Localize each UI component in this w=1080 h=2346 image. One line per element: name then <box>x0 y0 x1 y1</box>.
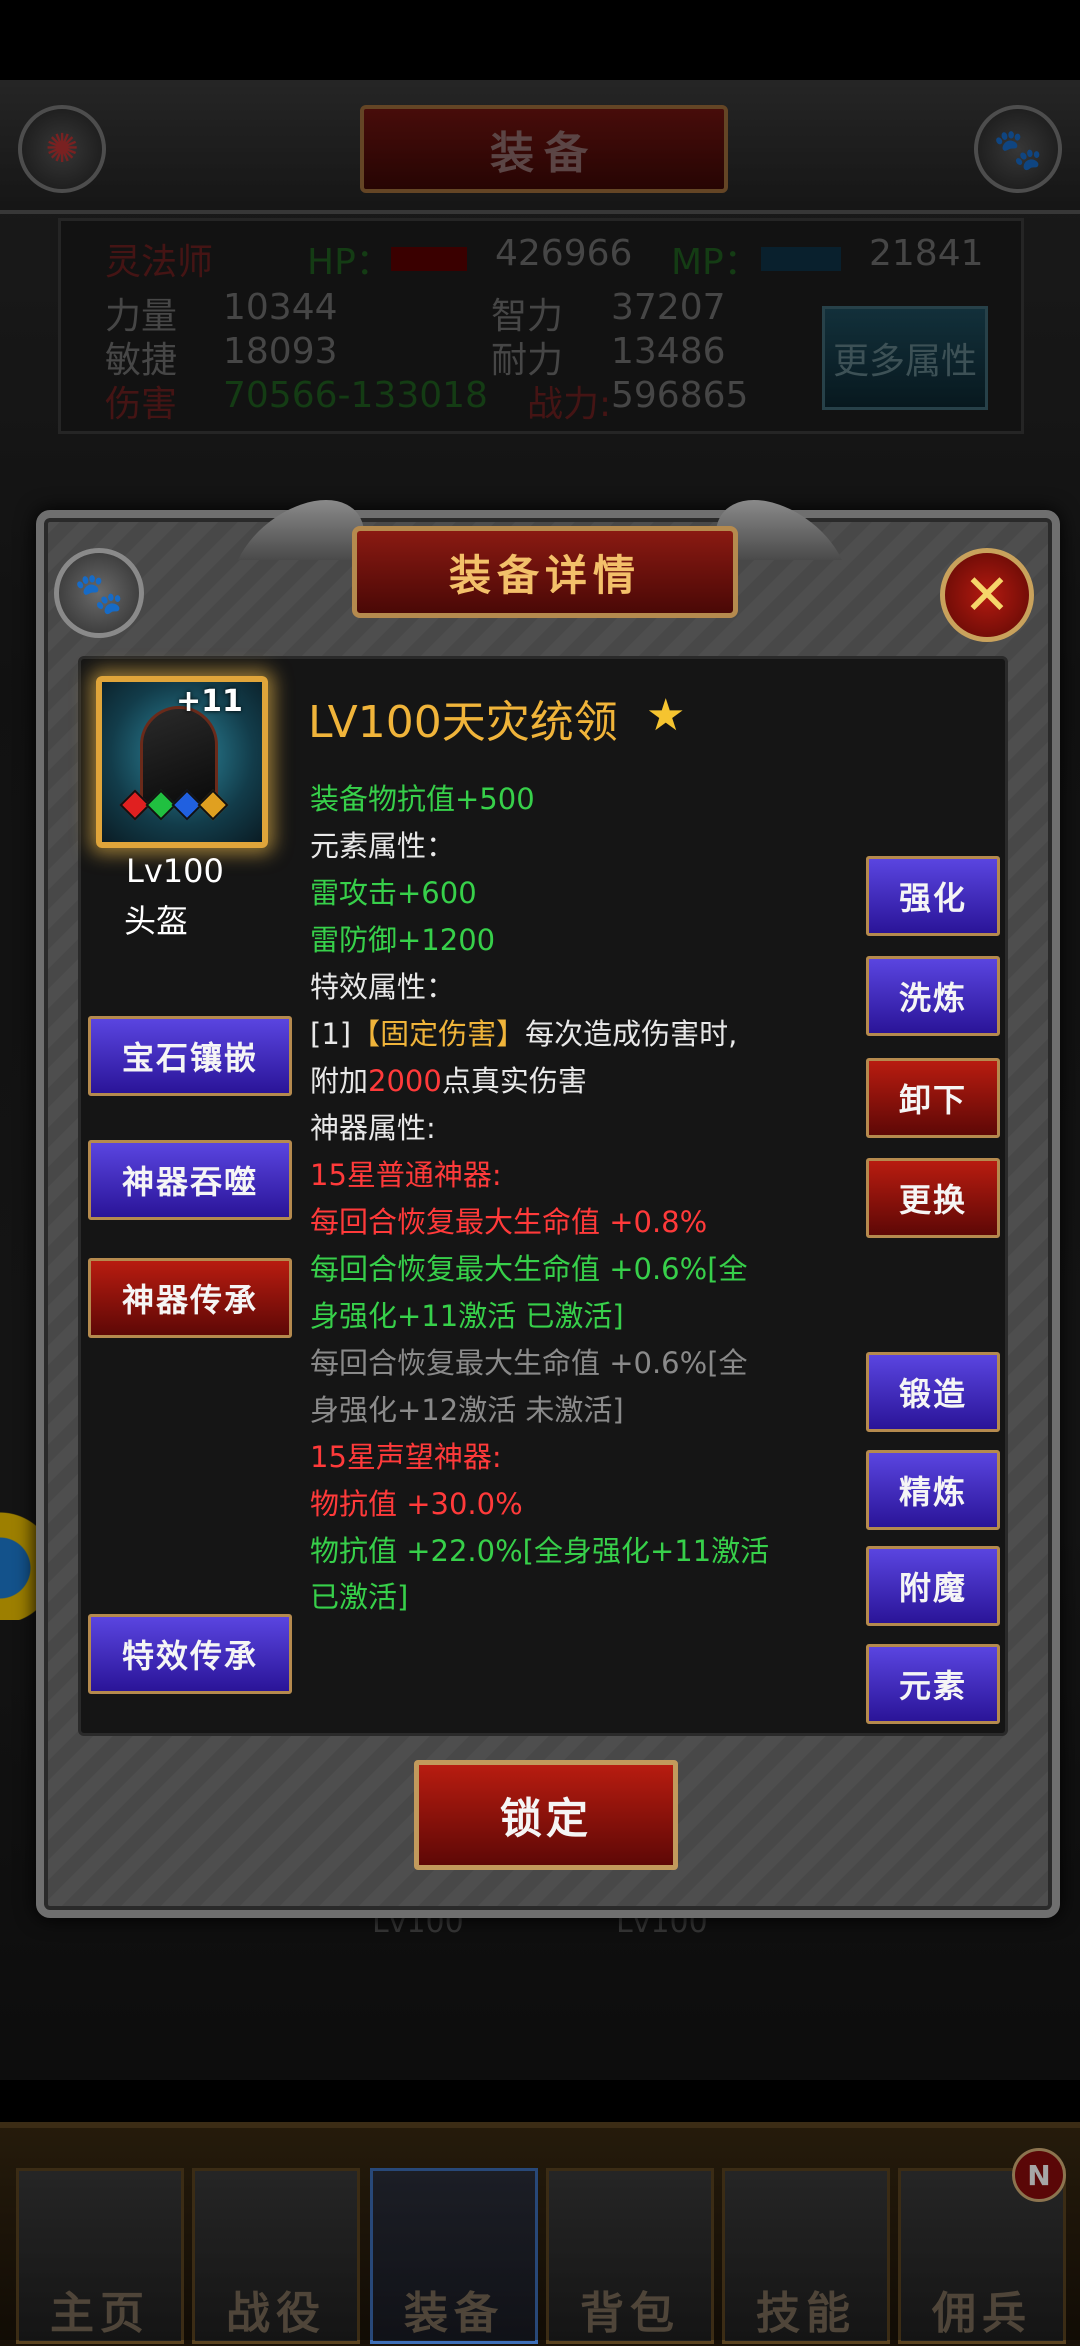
dialog-title: 装备详情 <box>352 526 738 618</box>
artifact-devour-button[interactable]: 神器吞噬 <box>88 1140 292 1220</box>
forge-button[interactable]: 锻造 <box>866 1352 1000 1432</box>
artifact-inherit-button[interactable]: 神器传承 <box>88 1258 292 1338</box>
attribute-line: 附加2000点真实伤害 <box>310 1063 587 1098</box>
enhance-button[interactable]: 强化 <box>866 856 1000 936</box>
attribute-line: 身强化+11激活 已激活] <box>310 1298 624 1333</box>
attribute-line: 雷防御+1200 <box>310 922 496 957</box>
helmet-icon <box>140 706 218 808</box>
attribute-line: 雷攻击+600 <box>310 875 477 910</box>
attribute-line: 元素属性： <box>310 828 456 863</box>
attribute-line: 15星声望神器: <box>310 1439 502 1474</box>
attribute-line: [1]【固定伤害】每次造成伤害时, <box>310 1016 738 1051</box>
close-icon[interactable]: ✕ <box>940 548 1034 642</box>
attribute-line: 物抗值 +22.0%[全身强化+11激活 <box>310 1533 770 1568</box>
attribute-line: 每回合恢复最大生命值 +0.8% <box>310 1204 708 1239</box>
attribute-line: 特效属性： <box>310 969 456 1004</box>
attribute-line: 15星普通神器: <box>310 1157 502 1192</box>
unequip-button[interactable]: 卸下 <box>866 1058 1000 1138</box>
replace-button[interactable]: 更换 <box>866 1158 1000 1238</box>
item-type: 头盔 <box>124 902 189 940</box>
attribute-line: 物抗值 +30.0% <box>310 1486 523 1521</box>
star-icon: ★ <box>646 690 686 741</box>
gem-inlay-button[interactable]: 宝石镶嵌 <box>88 1016 292 1096</box>
enhance-level: +11 <box>176 684 243 719</box>
paw-icon[interactable]: 🐾 <box>54 548 144 638</box>
attribute-line: 每回合恢复最大生命值 +0.6%[全 <box>310 1345 748 1380</box>
attribute-line: 神器属性: <box>310 1110 436 1145</box>
attribute-line: 装备物抗值+500 <box>310 782 535 816</box>
refine-wash-button[interactable]: 洗炼 <box>866 956 1000 1036</box>
item-name: LV100天灾统领 <box>308 697 618 748</box>
item-level: Lv100 <box>126 852 224 890</box>
attribute-line: 身强化+12激活 未激活] <box>310 1392 624 1427</box>
attribute-line: 每回合恢复最大生命值 +0.6%[全 <box>310 1251 748 1286</box>
attribute-list: 装备物抗值+500 元素属性： 雷攻击+600 雷防御+1200 特效属性： [1]【固定… <box>310 776 780 1621</box>
element-button[interactable]: 元素 <box>866 1644 1000 1724</box>
lock-button[interactable]: 锁定 <box>414 1760 678 1870</box>
enchant-button[interactable]: 附魔 <box>866 1546 1000 1626</box>
refine-button[interactable]: 精炼 <box>866 1450 1000 1530</box>
attribute-line: 已激活] <box>310 1580 409 1615</box>
effect-inherit-button[interactable]: 特效传承 <box>88 1614 292 1694</box>
